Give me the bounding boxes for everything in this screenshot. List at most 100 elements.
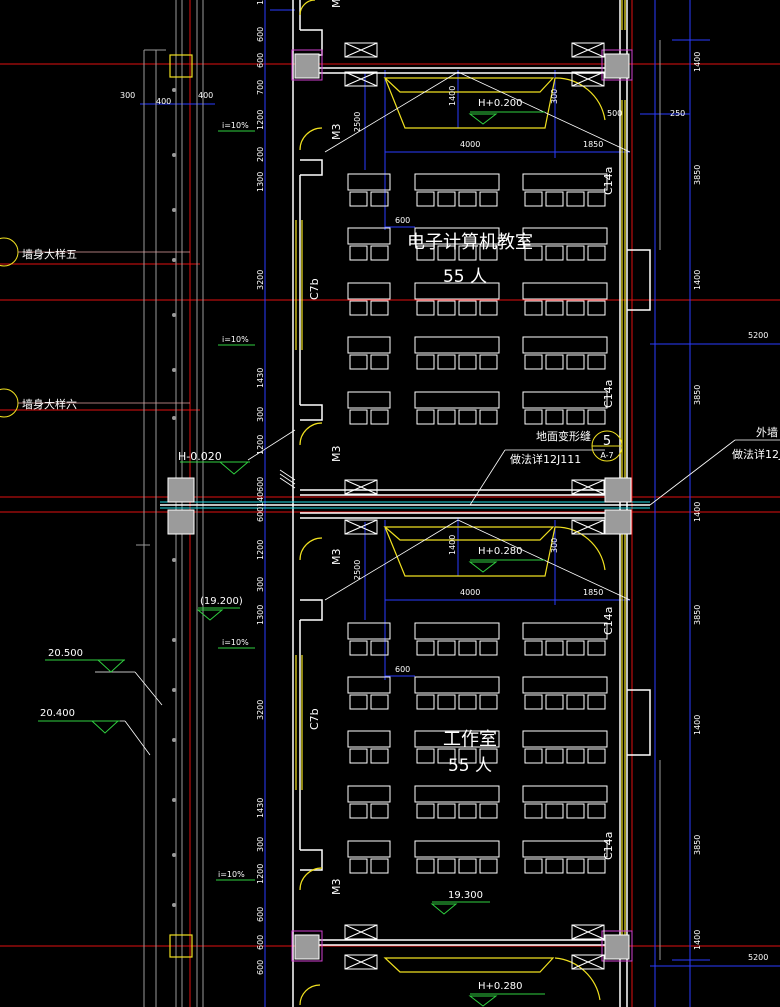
platform-level-bottom: H+0.280 [478,981,523,992]
wall-detail-6-label: 墙身大样六 [22,397,77,411]
dim-right: 3850 [693,165,702,185]
dim-1400-a: 1400 [448,86,457,106]
dim-left: 700 [256,80,265,95]
room-1-capacity: 55 人 [443,267,487,287]
dim-5200-a: 5200 [748,331,768,340]
dim-right: 1400 [693,52,702,72]
room-2-capacity: 55 人 [448,756,492,776]
wall-dot [172,688,176,692]
dim-300: 300 [120,91,135,100]
slope-2: i=10% [222,335,249,344]
dim-500: 500 [607,109,622,118]
dim-2500-a: 2500 [353,112,362,132]
door-mark-4: M3 [330,549,343,566]
index-sheet: A-7 [600,451,613,460]
dim-600-a: 600 [395,216,410,225]
dim-4000-a: 4000 [460,140,480,149]
dim-400-b: 400 [198,91,213,100]
door-mark-1: M3 [330,0,343,8]
outer-wall-ref: 做法详12J [732,447,780,461]
floor-level-mid: (19.200) [200,596,243,607]
window-mark-right-4: C14a [602,832,615,860]
dim-left: 1200 [256,110,265,130]
dim-300-d: 300 [550,538,559,553]
dim-600-b: 600 [395,665,410,674]
window-mark-right-1: C14a [602,167,615,195]
room-1-name: 电子计算机教室 [407,232,533,253]
floor-joint-label: 地面变形缝 [536,429,591,443]
dim-left: 600 [256,27,265,42]
dim-left: 1200 [256,540,265,560]
dim-4000-b: 4000 [460,588,480,597]
dim-left: 600 [256,935,265,950]
dim-1850-a: 1850 [583,140,603,149]
dim-right: 1400 [693,715,702,735]
outer-wall-label: 外墙 [756,425,778,439]
wall-dot [172,313,176,317]
roof-level-1: 20.500 [48,648,83,659]
dim-right: 1400 [693,270,702,290]
dim-2500-b: 2500 [353,560,362,580]
dim-left: 120 [256,0,265,5]
dim-300-c: 300 [550,89,559,104]
dim-left: 600 [256,960,265,975]
wall-dot [172,903,176,907]
dim-left: 1200 [256,435,265,455]
platform-level-lower: H+0.280 [478,546,523,557]
dim-left: 3200 [256,270,265,290]
dim-left: 200 [256,147,265,162]
dim-right: 3850 [693,835,702,855]
dim-1400-b: 1400 [448,535,457,555]
dim-left: 3200 [256,700,265,720]
dim-1850-b: 1850 [583,588,603,597]
room-2-name: 工作室 [443,729,497,750]
dim-right: 1400 [693,502,702,522]
wall-dot [172,738,176,742]
slope-4: i=10% [218,870,245,879]
wall-detail-5-label: 墙身大样五 [22,247,77,261]
index-number: 5 [603,434,611,449]
dim-left: 1430 [256,368,265,388]
slope-1: i=10% [222,121,249,130]
dim-5200-b: 5200 [748,953,768,962]
window-mark-left-1: C7b [308,278,321,300]
floor-joint-ref: 做法详12J111 [510,452,581,466]
dim-left: 300 [256,407,265,422]
wall-dot [172,258,176,262]
dim-left: 600 [256,53,265,68]
cad-floor-plan: 电子计算机教室 55 人 工作室 55 人 墙身大样五 墙身大样六 地面变形缝 … [0,0,780,1007]
wall-dot [172,638,176,642]
door-mark-3: M3 [330,446,343,463]
door-mark-2: M3 [330,124,343,141]
wall-dot [172,558,176,562]
platform-level-upper: H+0.200 [478,98,523,109]
dim-left: 140 [256,492,265,507]
wall-dot [172,88,176,92]
floor-level-low: 19.300 [448,890,483,901]
wall-dot [172,798,176,802]
dim-left: 300 [256,837,265,852]
wall-dot [172,368,176,372]
dim-left: 300 [256,577,265,592]
window-mark-right-3: C14a [602,607,615,635]
floor-level-neg: H-0.020 [178,450,222,463]
dim-left: 1430 [256,798,265,818]
dim-left: 1300 [256,605,265,625]
dim-left: 600 [256,507,265,522]
wall-dot [172,853,176,857]
wall-dot [172,416,176,420]
wall-dot [172,208,176,212]
dim-left: 600 [256,907,265,922]
dim-left: 1200 [256,864,265,884]
dim-right: 3850 [693,605,702,625]
dim-250: 250 [670,109,685,118]
dim-left: 1300 [256,172,265,192]
door-mark-5: M3 [330,879,343,896]
roof-level-2: 20.400 [40,708,75,719]
window-mark-right-2: C14a [602,380,615,408]
wall-dot [172,153,176,157]
dim-right: 3850 [693,385,702,405]
slope-3: i=10% [222,638,249,647]
dim-right: 1400 [693,930,702,950]
dim-left: 600 [256,477,265,492]
